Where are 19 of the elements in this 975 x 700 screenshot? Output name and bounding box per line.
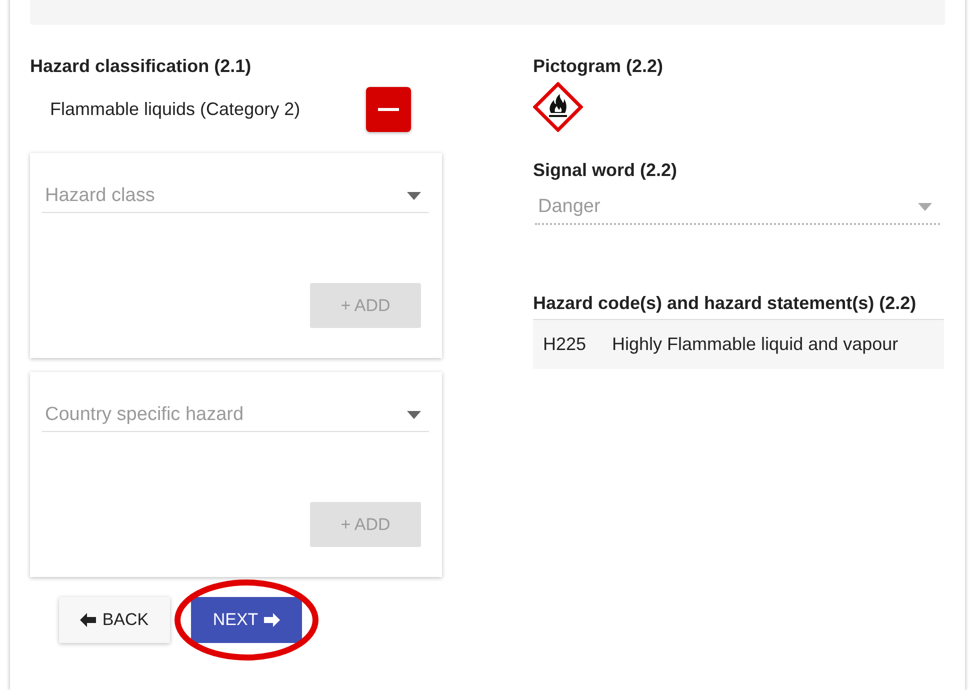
section-title: Signal word (2.2) xyxy=(533,159,678,182)
section-title: Hazard classification (2.1) xyxy=(30,55,252,78)
hazard-code: H225 xyxy=(533,320,602,369)
hazard-statement: Highly Flammable liquid and vapour xyxy=(602,320,944,369)
right-arrow-icon xyxy=(264,613,280,627)
back-button[interactable]: BACK xyxy=(59,597,170,643)
caret-icon xyxy=(918,203,932,211)
section-title: Hazard code(s) and hazard statement(s) (2.2) xyxy=(533,292,918,315)
caret-icon xyxy=(407,192,421,200)
left-arrow-icon xyxy=(80,613,96,627)
flame-pictogram-icon xyxy=(533,82,583,132)
next-button[interactable]: NEXT xyxy=(191,597,302,643)
hazard-label: Flammable liquids (Category 2) xyxy=(50,99,302,120)
dropdown-field[interactable]: Hazard class xyxy=(42,181,429,213)
dropdown-field[interactable]: Country specific hazard xyxy=(42,400,429,432)
remove-button[interactable] xyxy=(366,87,411,132)
caret-icon xyxy=(407,411,421,419)
minus-icon xyxy=(378,108,399,111)
section-title: Pictogram (2.2) xyxy=(533,55,664,78)
